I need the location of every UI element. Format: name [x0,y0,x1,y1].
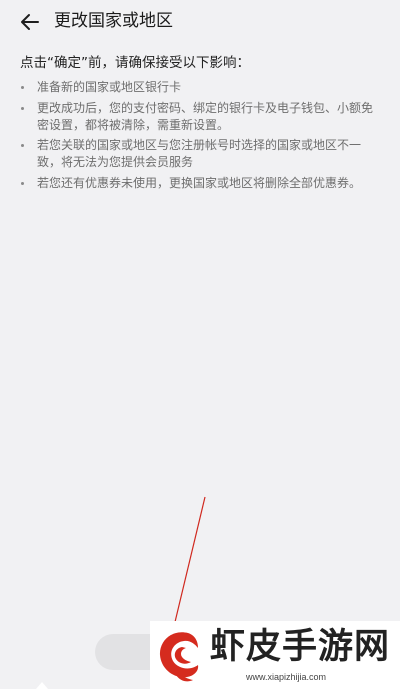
page-title: 更改国家或地区 [54,11,173,31]
bullet-dot [21,144,24,147]
app-header: 更改国家或地区 [0,0,400,48]
bullet-dot [21,86,24,89]
nav-indicator [36,682,48,689]
back-button[interactable] [14,8,46,36]
bullet-dot [21,106,24,110]
notice-item: 准备新的国家或地区银行卡 [20,79,380,96]
arrow-left-icon [21,14,39,30]
shrimp-logo-icon [159,632,199,682]
notice-text: 准备新的国家或地区银行卡 [37,80,182,94]
bullet-dot [21,181,24,185]
notice-item: 若您关联的国家或地区与您注册帐号时选择的国家或地区不一致，将无法为您提供会员服务 [20,137,380,171]
notice-list: 准备新的国家或地区银行卡 更改成功后，您的支付密码、绑定的银行卡及电子钱包、小额… [20,79,380,195]
watermark: 虾皮手游网 www.xiapizhijia.com [150,621,400,689]
notice-item: 更改成功后，您的支付密码、绑定的银行卡及电子钱包、小额免密设置，都将被清除，需重… [20,100,380,134]
notice-text: 若您还有优惠券未使用，更换国家或地区将删除全部优惠券。 [37,175,362,190]
notice-text: 若您关联的国家或地区与您注册帐号时选择的国家或地区不一致，将无法为您提供会员服务 [37,138,362,169]
watermark-title: 虾皮手游网 [210,627,391,667]
notice-item: 若您还有优惠券未使用，更换国家或地区将删除全部优惠券。 [20,175,380,192]
watermark-url: www.xiapizhijia.com [246,672,327,682]
intro-text: 点击“确定”前，请确保接受以下影响： [20,55,250,71]
notice-text: 更改成功后，您的支付密码、绑定的银行卡及电子钱包、小额免密设置，都将被清除，需重… [37,100,374,132]
